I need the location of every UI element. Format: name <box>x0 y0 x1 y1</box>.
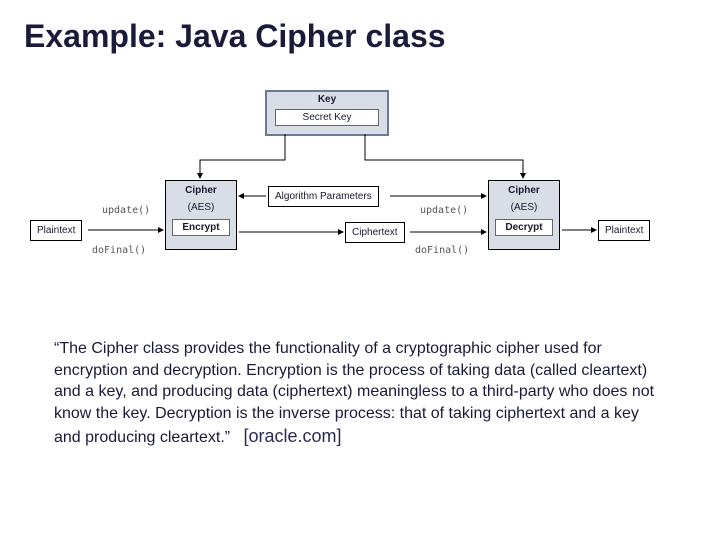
quote-block: “The Cipher class provides the functiona… <box>54 338 666 449</box>
quote-text: “The Cipher class provides the functiona… <box>54 340 654 446</box>
diagram-arrows <box>40 90 680 290</box>
page-title: Example: Java Cipher class <box>24 18 446 55</box>
cipher-diagram: Key Secret Key Cipher (AES) Encrypt Ciph… <box>40 90 680 290</box>
quote-source: [oracle.com] <box>243 426 341 446</box>
